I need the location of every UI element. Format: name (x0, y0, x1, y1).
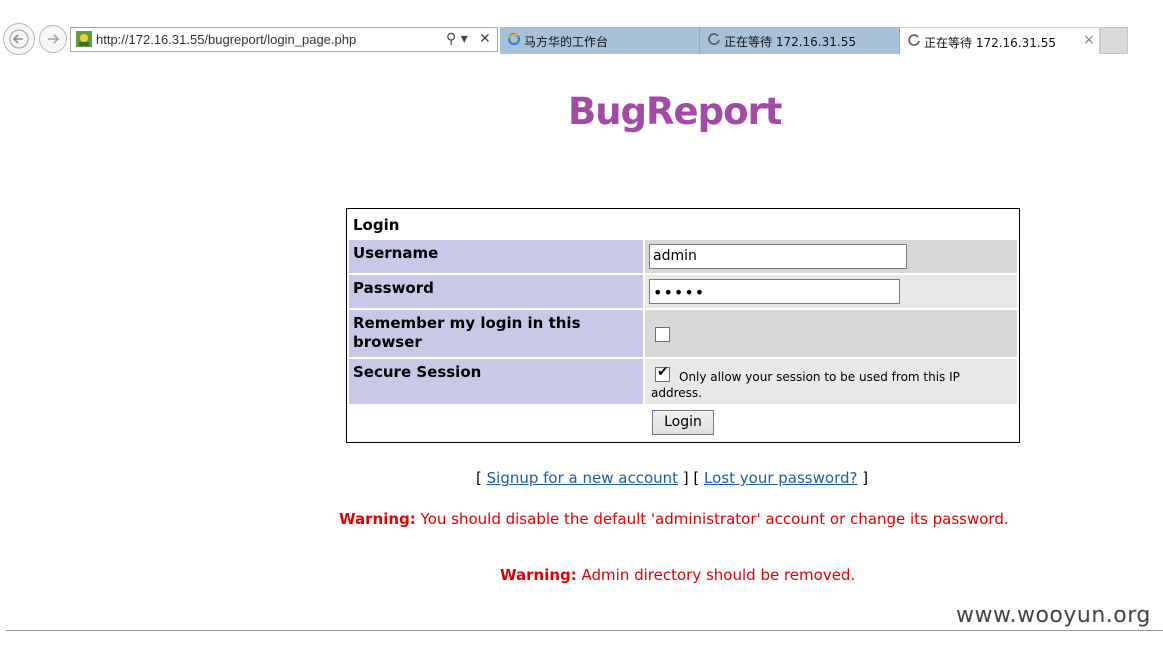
forward-button[interactable] (39, 25, 67, 53)
url-text[interactable]: http://172.16.31.55/bugreport/login_page… (96, 32, 356, 47)
tab-label: 马方华的工作台 (524, 35, 609, 49)
remember-label: Remember my login in this browser (349, 310, 643, 357)
secure-session-checkbox[interactable]: ✔ (655, 364, 670, 382)
checkmark-icon: ✔ (657, 364, 669, 380)
bracket-text: ] [ (678, 469, 705, 487)
arrow-left-icon (9, 29, 29, 49)
warning-admin-account: Warning: You should disable the default … (339, 510, 1009, 528)
search-icon[interactable]: ⚲ ▾ (446, 31, 468, 47)
arrow-right-icon (48, 34, 60, 44)
warning-prefix: Warning: (500, 566, 577, 584)
username-row: Username admin (349, 240, 1017, 273)
new-tab-button[interactable] (1100, 27, 1128, 54)
tab-workbench[interactable]: 马方华的工作台 (500, 27, 700, 54)
address-bar[interactable]: http://172.16.31.55/bugreport/login_page… (70, 27, 498, 52)
warning-text: Admin directory should be removed. (576, 566, 856, 584)
username-label: Username (349, 240, 643, 273)
warning-admin-directory: Warning: Admin directory should be remov… (500, 566, 855, 584)
secure-session-note: Only allow your session to be used from … (651, 370, 960, 400)
warning-text: You should disable the default 'administ… (415, 510, 1009, 528)
loading-icon (708, 33, 720, 45)
stop-icon[interactable]: ✕ (479, 31, 491, 47)
loading-icon (908, 34, 920, 46)
bracket-text: [ (476, 469, 487, 487)
ie-icon (507, 33, 521, 45)
username-input[interactable]: admin (649, 244, 907, 269)
tab-label: 正在等待 172.16.31.55 (924, 36, 1056, 50)
back-button[interactable] (3, 23, 35, 55)
signup-link[interactable]: Signup for a new account (487, 469, 678, 487)
account-links: [ Signup for a new account ] [ Lost your… (476, 469, 868, 487)
password-label: Password (349, 275, 643, 308)
remember-checkbox[interactable] (655, 327, 670, 342)
login-button[interactable]: Login (652, 410, 714, 435)
tab-waiting-1[interactable]: 正在等待 172.16.31.55 (700, 27, 900, 54)
divider (6, 630, 1163, 631)
secure-session-label: Secure Session (349, 359, 643, 404)
secure-session-row: Secure Session Only allow your session t… (349, 359, 1017, 404)
bracket-text: ] (857, 469, 869, 487)
browser-window: http://172.16.31.55/bugreport/login_page… (0, 0, 1163, 646)
password-row: Password ••••• (349, 275, 1017, 308)
site-favicon-icon (76, 31, 92, 47)
login-title: Login (353, 216, 400, 234)
tab-label: 正在等待 172.16.31.55 (724, 35, 856, 49)
warning-prefix: Warning: (339, 510, 416, 528)
lost-password-link[interactable]: Lost your password? (704, 469, 857, 487)
login-form: Login Username admin Password ••••• Reme… (346, 208, 1020, 443)
watermark: www.wooyun.org (956, 603, 1151, 628)
remember-row: Remember my login in this browser (349, 310, 1017, 357)
tab-waiting-2-active[interactable]: 正在等待 172.16.31.55 × (900, 27, 1100, 54)
bugreport-logo: BugReport (568, 90, 782, 133)
password-input[interactable]: ••••• (649, 279, 900, 304)
close-tab-icon[interactable]: × (1083, 32, 1095, 48)
